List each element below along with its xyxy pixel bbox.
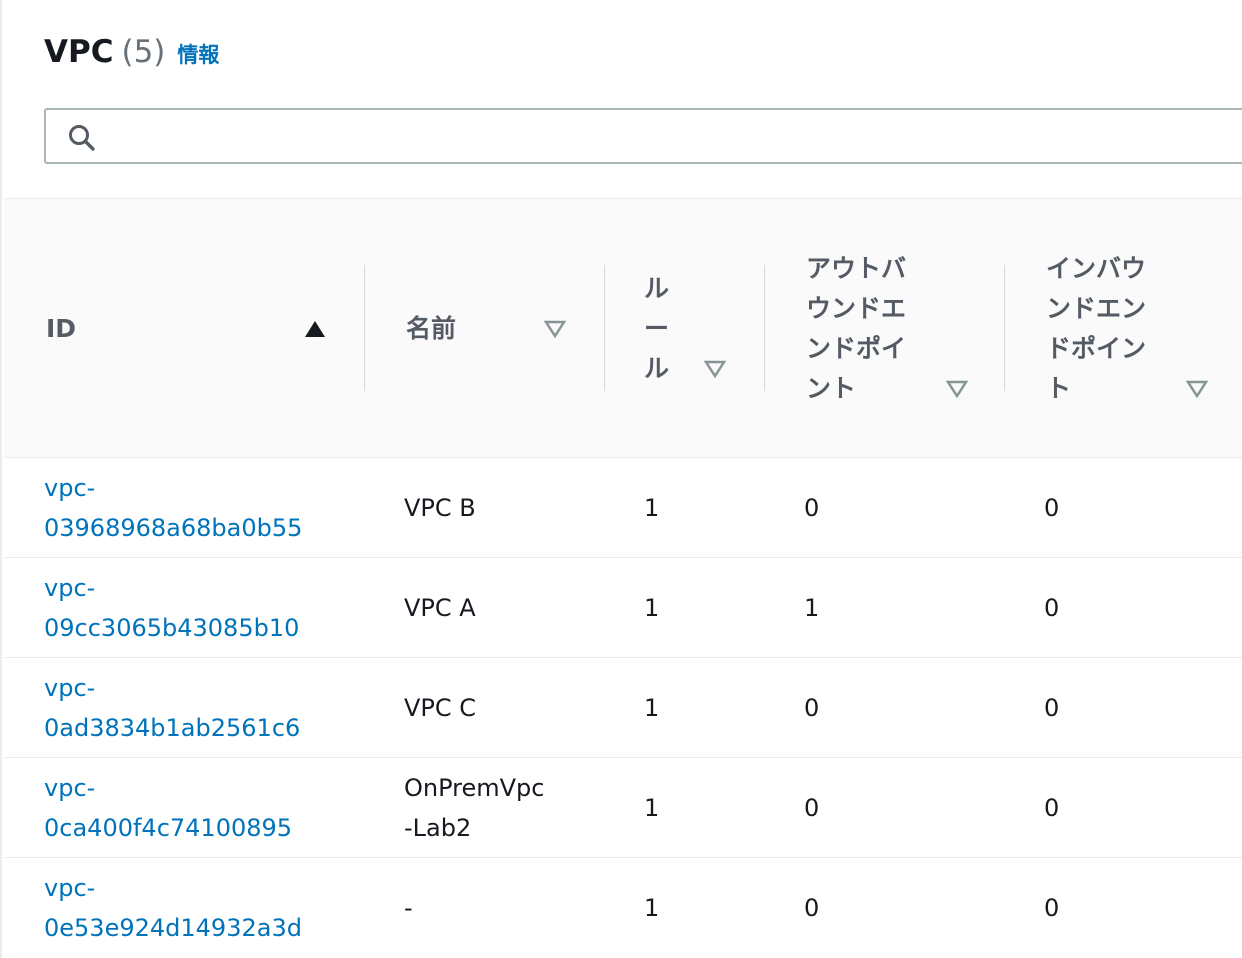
column-header-inbound-endpoints[interactable]: インバウ ンドエン ドポイン ト [1004, 199, 1242, 457]
info-link[interactable]: 情報 [177, 39, 219, 69]
vpc-name: VPC C [404, 694, 477, 722]
sort-icon [544, 320, 566, 338]
outbound-endpoint-count: 0 [804, 694, 820, 722]
vpc-id-link[interactable]: vpc- 0e53e924d14932a3d [44, 868, 302, 948]
item-count: (5) [121, 34, 166, 70]
panel-heading: VPC (5) 情報 [44, 34, 219, 78]
column-header-label: ル ー ル [644, 274, 670, 383]
column-header-label: ID [46, 314, 77, 343]
table-row: vpc- 09cc3065b43085b10 VPC A 1 1 0 [4, 558, 1242, 658]
rules-count: 1 [644, 794, 660, 822]
outbound-endpoint-count: 1 [804, 594, 820, 622]
inbound-endpoint-count: 0 [1044, 894, 1060, 922]
vpc-id-link[interactable]: vpc- 0ca400f4c74100895 [44, 768, 292, 848]
rules-count: 1 [644, 494, 660, 522]
column-header-name[interactable]: 名前 [364, 199, 604, 457]
column-header-label: アウトバ ウンドエ ンドポイ ント [806, 254, 907, 403]
rules-count: 1 [644, 694, 660, 722]
column-header-outbound-endpoints[interactable]: アウトバ ウンドエ ンドポイ ント [764, 199, 1004, 457]
sort-ascending-icon [305, 321, 325, 337]
inbound-endpoint-count: 0 [1044, 794, 1060, 822]
table-row: vpc- 0ca400f4c74100895 OnPremVpc -Lab2 1… [4, 758, 1242, 858]
outbound-endpoint-count: 0 [804, 894, 820, 922]
vpc-panel: VPC (5) 情報 ID 名前 ル ー ル アウトバ ウンドエ ンドポイ ント… [0, 0, 1242, 958]
sort-icon [1186, 380, 1208, 398]
vpc-id-link[interactable]: vpc- 09cc3065b43085b10 [44, 568, 299, 648]
inbound-endpoint-count: 0 [1044, 494, 1060, 522]
table-row: vpc- 0ad3834b1ab2561c6 VPC C 1 0 0 [4, 658, 1242, 758]
table-header: ID 名前 ル ー ル アウトバ ウンドエ ンドポイ ント インバウ ンドエン … [4, 198, 1242, 458]
rules-count: 1 [644, 594, 660, 622]
search-input[interactable] [110, 118, 1214, 156]
column-header-label: インバウ ンドエン ドポイン ト [1046, 254, 1147, 403]
vpc-name: VPC A [404, 594, 476, 622]
search-box[interactable] [44, 108, 1242, 164]
sort-icon [704, 360, 726, 378]
column-header-rules[interactable]: ル ー ル [604, 199, 764, 457]
rules-count: 1 [644, 894, 660, 922]
table-row: vpc- 0e53e924d14932a3d - 1 0 0 [4, 858, 1242, 958]
column-header-id[interactable]: ID [4, 199, 364, 457]
outbound-endpoint-count: 0 [804, 494, 820, 522]
vpc-name: VPC B [404, 494, 476, 522]
page-title: VPC [44, 34, 114, 70]
sort-icon [946, 380, 968, 398]
vpc-name: - [404, 894, 413, 922]
vpc-id-link[interactable]: vpc- 0ad3834b1ab2561c6 [44, 668, 300, 748]
column-header-label: 名前 [406, 314, 457, 343]
outbound-endpoint-count: 0 [804, 794, 820, 822]
table-row: vpc- 03968968a68ba0b55 VPC B 1 0 0 [4, 458, 1242, 558]
search-icon [69, 125, 95, 151]
inbound-endpoint-count: 0 [1044, 594, 1060, 622]
inbound-endpoint-count: 0 [1044, 694, 1060, 722]
vpc-id-link[interactable]: vpc- 03968968a68ba0b55 [44, 468, 302, 548]
vpc-name: OnPremVpc -Lab2 [404, 774, 545, 842]
